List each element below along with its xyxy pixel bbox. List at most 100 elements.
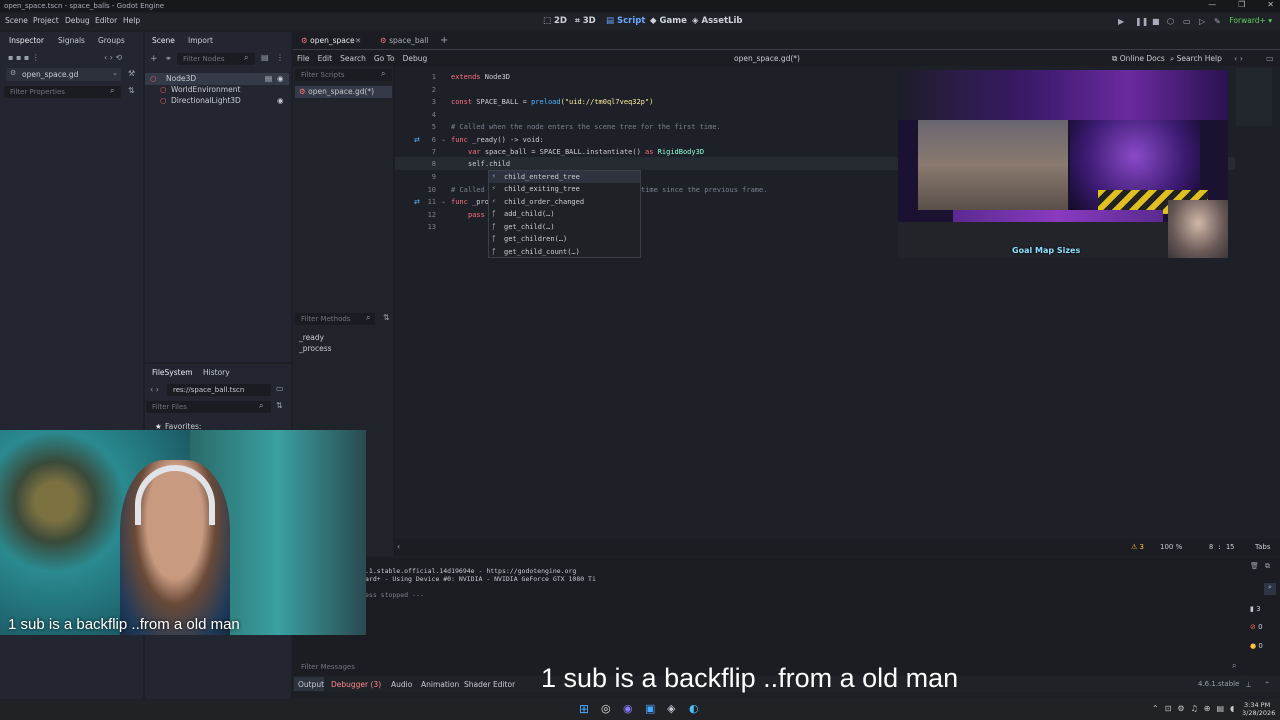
sort-icon[interactable]: ⇅ — [383, 313, 390, 322]
resource-selector[interactable]: open_space.gd — [6, 68, 121, 81]
autocomplete-item[interactable]: child_order_changed — [504, 198, 584, 206]
history-nav-icon[interactable]: ‹ › ⟲ — [104, 53, 122, 62]
play-custom-icon[interactable]: ✎ — [1214, 17, 1221, 26]
tab-script[interactable]: ▤ Script — [606, 16, 645, 26]
visibility-icon[interactable]: ◉ — [277, 74, 284, 83]
message-count[interactable]: ▮ 3 — [1250, 605, 1261, 613]
clear-output-icon[interactable]: 🗑 — [1250, 562, 1259, 570]
tab-assetlib[interactable]: ◈ AssetLib — [692, 16, 742, 26]
movie-icon[interactable]: ▭ — [1183, 17, 1191, 26]
filesystem-path[interactable]: res://space_ball.tscn — [167, 384, 271, 396]
menu-edit[interactable]: Edit — [318, 54, 333, 63]
system-tray-icons[interactable]: ⌃⊡⚙♫⊕▤◖ — [1152, 704, 1240, 713]
autocomplete-item[interactable]: child_exiting_tree — [504, 185, 580, 193]
tab-signals[interactable]: Signals — [58, 34, 85, 48]
tab-shader-editor[interactable]: Shader Editor — [464, 680, 515, 689]
sort-icon[interactable]: ⇅ — [276, 401, 283, 410]
nav-arrows-icon[interactable]: ‹ › — [1234, 54, 1243, 63]
menu-icon[interactable]: ⋮ — [276, 53, 284, 62]
menu-help[interactable]: Help — [123, 16, 140, 25]
filter-scripts-input[interactable]: Filter Scripts — [295, 69, 392, 81]
nav-back-forward-icon[interactable]: ‹ › — [150, 385, 159, 394]
warning-filter-count[interactable]: ● 0 — [1250, 642, 1263, 650]
autocomplete-item[interactable]: get_child_count(…) — [504, 248, 580, 256]
autocomplete-item[interactable]: get_child(…) — [504, 223, 555, 231]
tab-space-ball[interactable]: ⚙ space_ball — [380, 34, 428, 48]
menu-script-debug[interactable]: Debug — [403, 54, 428, 63]
method-item[interactable]: _ready — [299, 333, 324, 342]
inspector-toolbar[interactable]: ▪ ▪ ▪ ⋮ — [8, 53, 40, 62]
filter-options-icon[interactable]: ⇅ — [128, 86, 135, 95]
minimize-button[interactable]: — — [1208, 0, 1216, 12]
tab-inspector[interactable]: Inspector — [9, 34, 44, 48]
chevron-down-icon[interactable]: ⌄ — [112, 69, 118, 77]
edge-icon[interactable]: ◐ — [689, 702, 699, 715]
indent-mode[interactable]: Tabs — [1255, 543, 1271, 551]
menu-editor[interactable]: Editor — [95, 16, 117, 25]
stop-icon[interactable]: ■ — [1152, 17, 1160, 26]
tab-import[interactable]: Import — [188, 34, 213, 48]
maximize-button[interactable]: ❐ — [1238, 0, 1245, 12]
tree-node-directionallight3d[interactable]: DirectionalLight3D — [171, 96, 241, 105]
chrome-icon[interactable]: ◎ — [601, 702, 611, 715]
warning-count[interactable]: ⚠ 3 — [1131, 543, 1144, 551]
menu-search[interactable]: Search — [340, 54, 366, 63]
tab-scene[interactable]: Scene — [152, 34, 175, 48]
tab-history[interactable]: History — [203, 366, 230, 380]
pin-icon[interactable]: ⊥ — [1245, 680, 1252, 689]
split-view-icon[interactable]: ▭ — [276, 384, 284, 393]
code-minimap[interactable] — [1236, 68, 1272, 126]
filter-files-input[interactable]: Filter Files — [146, 401, 271, 413]
filter-properties-input[interactable]: Filter Properties — [4, 86, 121, 98]
connection-icon[interactable]: ⇄ — [414, 136, 420, 144]
clock-date[interactable]: 3/28/2026 — [1242, 709, 1275, 717]
play-icon[interactable]: ▶ — [1118, 17, 1124, 26]
close-icon[interactable]: ✕ — [355, 34, 361, 48]
menu-goto[interactable]: Go To — [374, 54, 395, 63]
tree-node-root[interactable]: Node3D — [166, 74, 196, 83]
close-button[interactable]: ✕ — [1267, 0, 1274, 12]
pause-icon[interactable]: ❚❚ — [1135, 17, 1148, 26]
filter-methods-input[interactable]: Filter Methods — [295, 313, 375, 325]
renderer-select[interactable]: Forward+ ▾ — [1229, 16, 1272, 25]
start-icon[interactable]: ⊞ — [579, 702, 589, 716]
visibility-icon[interactable]: ◉ — [277, 96, 284, 105]
menu-file[interactable]: File — [297, 54, 310, 63]
window-controls[interactable]: — ❐ ✕ — [1208, 0, 1274, 12]
error-count[interactable]: ⊘ 0 — [1250, 623, 1263, 631]
tab-animation[interactable]: Animation — [421, 680, 459, 689]
tab-audio[interactable]: Audio — [391, 680, 412, 689]
menu-scene[interactable]: Scene — [5, 16, 28, 25]
autocomplete-popup[interactable]: ⚡ child_entered_tree ⚡ child_exiting_tree … — [488, 170, 641, 258]
clock-time[interactable]: 3:34 PM — [1244, 701, 1270, 709]
tab-output[interactable]: Output — [298, 680, 324, 689]
app-icon[interactable]: ◈ — [667, 702, 675, 715]
expand-panel-icon[interactable]: ⌃ — [1264, 680, 1270, 689]
tab-filesystem[interactable]: FileSystem — [152, 366, 193, 380]
tree-node-worldenvironment[interactable]: WorldEnvironment — [171, 85, 240, 94]
remote-debug-icon[interactable]: ⬡ — [1167, 17, 1174, 26]
object-tools-icon[interactable]: ⚒ — [128, 69, 135, 78]
tab-3d[interactable]: ⌗ 3D — [575, 16, 596, 26]
play-scene-icon[interactable]: ▷ — [1199, 17, 1205, 26]
toggle-scripts-icon[interactable]: ‹ — [397, 542, 400, 551]
script-attach-icon[interactable]: ▤ — [261, 53, 269, 62]
copy-output-icon[interactable]: ⧉ — [1265, 562, 1270, 571]
add-tab-icon[interactable]: + — [440, 34, 448, 48]
autocomplete-item[interactable]: child_entered_tree — [504, 173, 580, 181]
add-node-icon[interactable]: + — [150, 54, 158, 64]
tab-open-space[interactable]: ⚙ open_space — [301, 34, 355, 48]
connection-icon[interactable]: ⇄ — [414, 198, 420, 206]
search-toggle-icon[interactable]: ⌕ — [1264, 583, 1276, 595]
tab-groups[interactable]: Groups — [98, 34, 125, 48]
fold-icon[interactable]: ⌄ — [441, 198, 446, 205]
toggle-panel-icon[interactable]: ▭ — [1266, 54, 1274, 63]
discord-icon[interactable]: ◉ — [623, 702, 633, 715]
menu-project[interactable]: Project — [33, 16, 59, 25]
autocomplete-item[interactable]: add_child(…) — [504, 210, 555, 218]
method-item[interactable]: _process — [299, 344, 332, 353]
tab-game[interactable]: ◆ Game — [650, 16, 687, 26]
link-icon[interactable]: ⚭ — [165, 54, 172, 63]
zoom-level[interactable]: 100 % — [1160, 543, 1182, 551]
autocomplete-item[interactable]: get_children(…) — [504, 235, 567, 243]
